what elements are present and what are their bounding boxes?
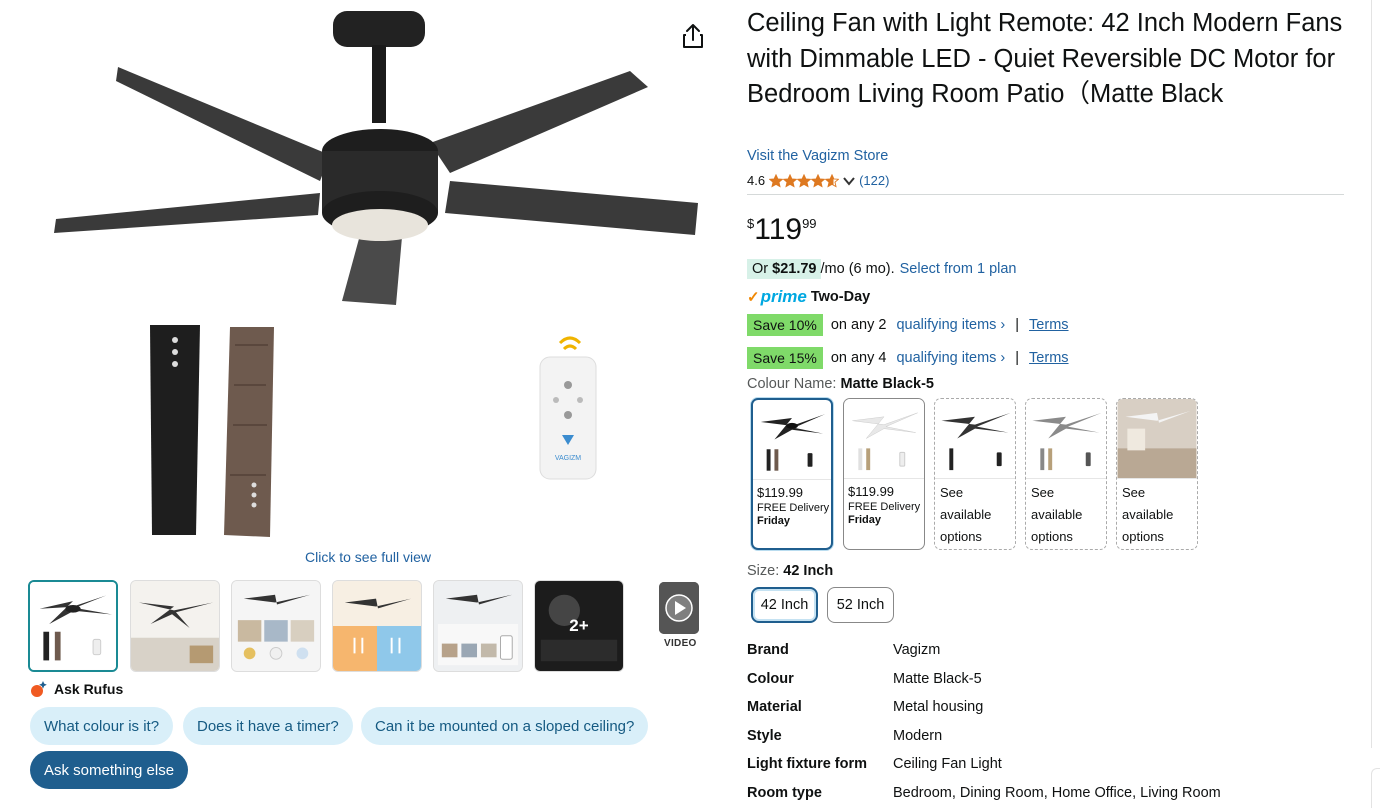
rating-value: 4.6 xyxy=(747,173,766,188)
rating-row[interactable]: 4.6 (122) xyxy=(747,173,889,188)
swatch-delivery: FREE Delivery Friday xyxy=(757,502,830,527)
selected-size: 42 Inch xyxy=(783,563,834,579)
colour-name-label: Colour Name: Matte Black-5 xyxy=(747,376,934,392)
video-label: VIDEO xyxy=(664,638,697,649)
price: $ 119 99 xyxy=(747,212,817,248)
rufus-chip-colour[interactable]: What colour is it? xyxy=(30,707,174,745)
star-icon xyxy=(769,173,784,188)
star-icon xyxy=(811,173,826,188)
emi-amount: $21.79 xyxy=(772,261,817,277)
save-offer-row: Save 15% on any 4 qualifying items › | T… xyxy=(747,347,1069,369)
qualifying-items-link[interactable]: qualifying items › xyxy=(896,317,1005,333)
swatch-price: $119.99 xyxy=(757,485,804,500)
svg-text:VAGIZM: VAGIZM xyxy=(555,455,581,462)
thumbnail-3[interactable] xyxy=(231,580,321,672)
colour-swatch-4[interactable]: See available options xyxy=(1025,398,1107,550)
prime-delivery: ✓ prime Two-Day xyxy=(747,287,870,307)
save-badge: Save 15% xyxy=(747,347,823,369)
swatch-see-options: See available options xyxy=(940,485,992,544)
emi-highlight: Or $21.79 xyxy=(747,259,821,279)
colour-swatch-3[interactable]: See available options xyxy=(934,398,1016,550)
separator: | xyxy=(1015,350,1020,366)
price-fraction: 99 xyxy=(802,216,817,231)
emi-row: Or $21.79 /mo (6 mo). Select from 1 plan xyxy=(747,259,1017,279)
emi-plan-link[interactable]: Select from 1 plan xyxy=(900,261,1017,277)
thumbnail-4[interactable] xyxy=(332,580,422,672)
rufus-chip-sloped-ceiling[interactable]: Can it be mounted on a sloped ceiling? xyxy=(361,707,649,745)
swatch-see-options: See available options xyxy=(1031,485,1083,544)
terms-link[interactable]: Terms xyxy=(1029,317,1068,333)
save-offer-row: Save 10% on any 2 qualifying items › | T… xyxy=(747,314,1069,336)
rufus-icon xyxy=(31,681,47,697)
main-product-image[interactable]: VAGIZM xyxy=(30,5,700,545)
size-label: Size: 42 Inch xyxy=(747,563,834,579)
selected-colour: Matte Black-5 xyxy=(840,376,934,392)
thumbnail-6[interactable]: 2+ xyxy=(534,580,624,672)
swatch-see-options: See available options xyxy=(1122,485,1174,544)
colour-swatch-matte-black[interactable]: $119.99 FREE Delivery Friday xyxy=(751,398,833,550)
prime-logo: ✓ prime xyxy=(747,287,807,306)
ceiling-fan-image: VAGIZM xyxy=(54,11,698,537)
more-images-count: 2+ xyxy=(535,581,623,671)
prime-delivery-text: Two-Day xyxy=(810,289,871,305)
colour-swatch-white[interactable]: $119.99 FREE Delivery Friday xyxy=(843,398,925,550)
chevron-down-icon[interactable] xyxy=(843,176,855,186)
colour-swatch-5[interactable]: See available options xyxy=(1116,398,1198,550)
size-option-42-inch[interactable]: 42 Inch xyxy=(751,587,818,623)
rufus-chip-timer[interactable]: Does it have a timer? xyxy=(183,707,353,745)
save-badge: Save 10% xyxy=(747,314,823,336)
store-link[interactable]: Visit the Vagizm Store xyxy=(747,148,888,164)
ask-something-else-button[interactable]: Ask something else xyxy=(30,751,189,789)
thumbnail-5[interactable] xyxy=(433,580,523,672)
emi-suffix: /mo (6 mo). xyxy=(820,261,895,277)
star-rating-icon xyxy=(769,173,840,188)
scrollbar-track[interactable] xyxy=(1371,0,1372,748)
star-icon xyxy=(825,173,840,188)
size-option-52-inch[interactable]: 52 Inch xyxy=(827,587,894,623)
star-icon xyxy=(797,173,812,188)
thumbnail-2[interactable] xyxy=(130,580,220,672)
ask-rufus-header: Ask Rufus xyxy=(30,680,123,698)
scrollbar-corner xyxy=(1371,768,1380,808)
divider xyxy=(747,194,1344,195)
save-offer-text: on any 4 xyxy=(830,350,887,366)
rufus-label: Ask Rufus xyxy=(54,681,124,697)
price-whole: 119 xyxy=(754,213,803,246)
save-offer-text: on any 2 xyxy=(830,317,887,333)
video-thumbnail[interactable] xyxy=(659,582,699,634)
qualifying-items-link[interactable]: qualifying items › xyxy=(896,350,1005,366)
swatch-price: $119.99 xyxy=(848,484,895,499)
terms-link[interactable]: Terms xyxy=(1029,350,1068,366)
rating-count-link[interactable]: (122) xyxy=(859,173,889,188)
separator: | xyxy=(1015,317,1020,333)
share-icon[interactable] xyxy=(680,22,706,50)
click-full-view-link[interactable]: Click to see full view xyxy=(305,549,431,565)
swatch-delivery: FREE Delivery Friday xyxy=(848,501,921,526)
prime-check-icon: ✓ xyxy=(747,289,760,306)
thumbnail-1[interactable] xyxy=(28,580,118,672)
star-icon xyxy=(783,173,798,188)
price-currency: $ xyxy=(747,216,755,231)
product-title: Ceiling Fan with Light Remote: 42 Inch M… xyxy=(747,9,1343,108)
